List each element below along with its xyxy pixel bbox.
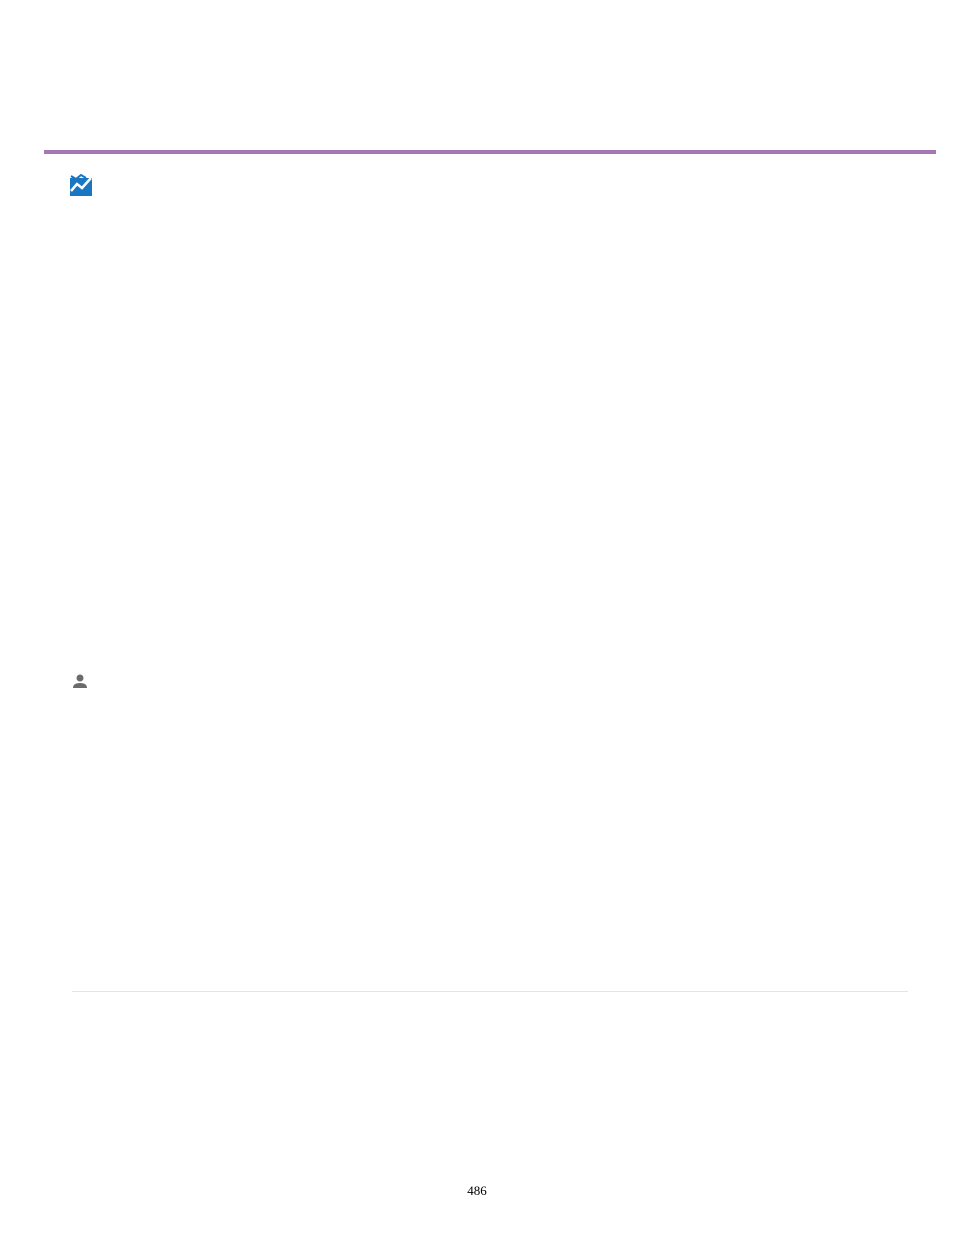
chart-icon <box>70 174 92 196</box>
section-divider-bottom <box>72 991 908 992</box>
person-icon <box>72 674 88 688</box>
section-divider-top <box>44 150 936 154</box>
page-number: 486 <box>467 1183 487 1199</box>
